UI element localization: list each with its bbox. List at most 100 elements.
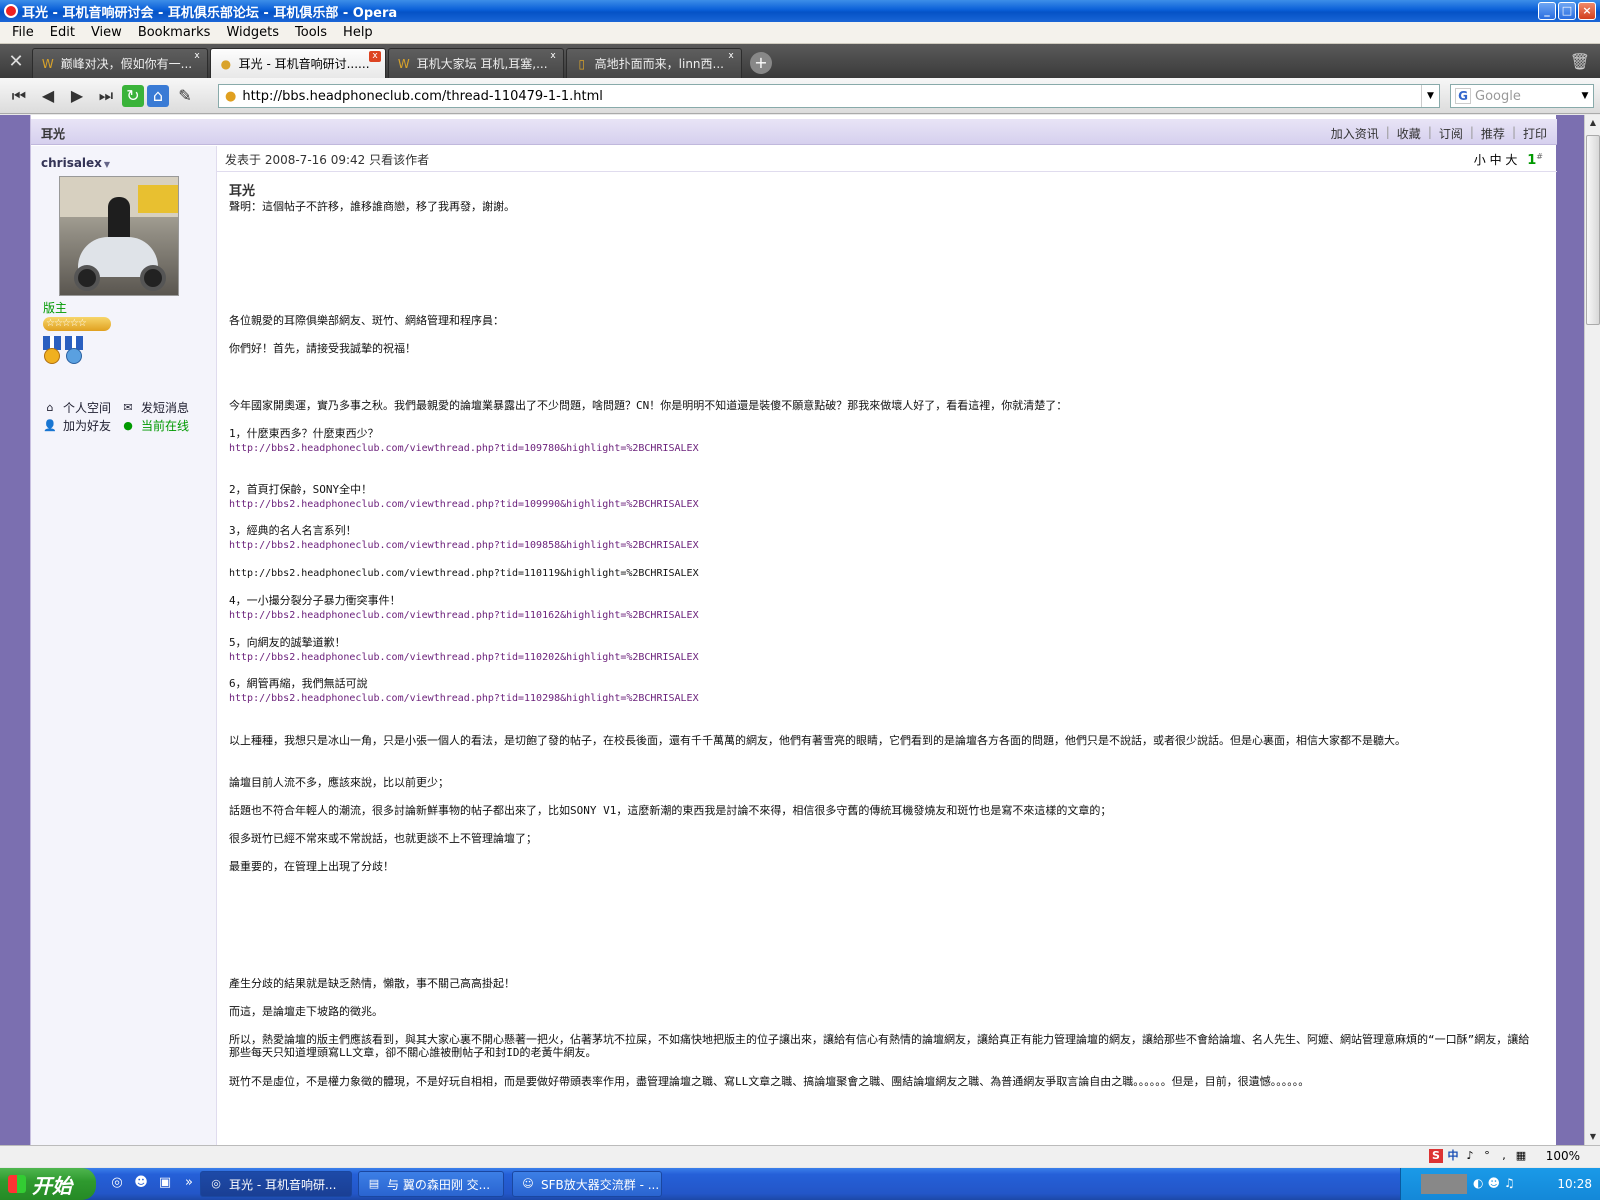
- start-button[interactable]: 开始: [0, 1168, 96, 1200]
- opera-quicklaunch-icon[interactable]: ◎: [108, 1174, 126, 1192]
- tab-1[interactable]: W 巅峰对决，假如你有一... x: [32, 48, 208, 78]
- tab-close-icon[interactable]: x: [191, 51, 203, 62]
- author-name-link[interactable]: chrisalex ▼: [41, 156, 110, 170]
- taskbar-item-group[interactable]: ☺ SFB放大器交流群 - ...: [512, 1171, 662, 1197]
- paragraph: 1，什麼東西多？什麼東西少？: [229, 427, 379, 440]
- tray-network-icon[interactable]: ◐: [1473, 1176, 1483, 1190]
- thread-link[interactable]: http://bbs2.headphoneclub.com/viewthread…: [229, 540, 699, 551]
- font-small[interactable]: 小: [1474, 153, 1486, 167]
- post-title: 耳光: [229, 184, 256, 199]
- post-header: 耳光 加入资讯 | 收藏 | 订阅 | 推荐 | 打印: [31, 119, 1557, 145]
- menu-file[interactable]: File: [4, 25, 42, 40]
- action-subscribe[interactable]: 订阅: [1439, 125, 1463, 142]
- tools-icon[interactable]: ✕: [0, 44, 32, 78]
- address-dropdown-icon[interactable]: ▼: [1421, 85, 1439, 107]
- thread-link[interactable]: http://bbs2.headphoneclub.com/viewthread…: [229, 499, 699, 510]
- trash-icon[interactable]: 🗑: [1570, 52, 1590, 71]
- tab-3[interactable]: W 耳机大家坛 耳机,耳塞,... x: [388, 48, 564, 78]
- font-medium[interactable]: 中: [1490, 153, 1502, 167]
- new-tab-button[interactable]: +: [750, 52, 772, 74]
- ime-degree-icon[interactable]: °: [1480, 1149, 1494, 1163]
- tab-favicon-icon: ▯: [578, 56, 586, 71]
- sogou-ime-icon[interactable]: S: [1429, 1149, 1443, 1163]
- thread-link[interactable]: http://bbs2.headphoneclub.com/viewthread…: [229, 610, 699, 621]
- back-icon[interactable]: ◀: [35, 83, 61, 109]
- menu-edit[interactable]: Edit: [42, 25, 83, 40]
- url-text: http://bbs.headphoneclub.com/thread-1104…: [242, 88, 603, 104]
- vertical-scrollbar[interactable]: ▲ ▼: [1584, 115, 1600, 1145]
- tab-2[interactable]: ● 耳光 - 耳机音响研讨...... x: [210, 48, 386, 78]
- tray-volume-icon[interactable]: ♫: [1504, 1176, 1515, 1190]
- menu-bookmarks[interactable]: Bookmarks: [130, 25, 219, 40]
- zoom-level[interactable]: 100%: [1546, 1149, 1580, 1163]
- ime-punct-icon[interactable]: ,: [1497, 1149, 1511, 1163]
- online-status: ● 当前在线: [121, 417, 189, 435]
- qq-icon[interactable]: ☻: [132, 1174, 150, 1192]
- menu-view[interactable]: View: [83, 25, 130, 40]
- menu-help[interactable]: Help: [335, 25, 381, 40]
- avatar[interactable]: [59, 176, 179, 296]
- menu-tools[interactable]: Tools: [287, 25, 335, 40]
- google-logo-icon: G: [1455, 88, 1471, 104]
- windows-logo-icon: [8, 1175, 26, 1193]
- forward-icon[interactable]: ▶: [64, 83, 90, 109]
- maximize-button[interactable]: □: [1558, 2, 1576, 20]
- minimize-button[interactable]: _: [1538, 2, 1556, 20]
- action-print[interactable]: 打印: [1523, 125, 1547, 142]
- ime-tone-icon[interactable]: ♪: [1463, 1149, 1477, 1163]
- author-menu-icon[interactable]: ▼: [104, 160, 110, 169]
- online-user-icon: ●: [123, 419, 133, 432]
- paragraph: 很多斑竹已經不常來或不常說話，也就更談不上不管理論壇了；: [229, 832, 537, 845]
- search-field[interactable]: G Google ▼: [1450, 84, 1594, 108]
- medal-gold-icon: [43, 336, 61, 366]
- site-favicon-icon: ●: [225, 88, 237, 104]
- fast-forward-icon[interactable]: ⏭: [93, 83, 119, 109]
- taskbar-item-chat[interactable]: ▤ 与 翼の森田刚 交...: [358, 1171, 504, 1197]
- home-icon[interactable]: ⌂: [147, 84, 169, 107]
- ime-keyboard-icon[interactable]: ▦: [1514, 1149, 1528, 1163]
- action-favorite[interactable]: 收藏: [1397, 125, 1421, 142]
- action-add-news[interactable]: 加入资讯: [1331, 125, 1379, 142]
- tab-close-icon[interactable]: x: [547, 51, 559, 62]
- home-icon: ⌂: [46, 401, 54, 414]
- opera-logo-icon: [4, 4, 18, 18]
- scroll-down-icon[interactable]: ▼: [1585, 1129, 1600, 1145]
- group-icon: ☺: [522, 1177, 534, 1190]
- thread-link[interactable]: http://bbs2.headphoneclub.com/viewthread…: [229, 443, 699, 454]
- menu-widgets[interactable]: Widgets: [218, 25, 287, 40]
- desktop-icon[interactable]: ▣: [156, 1174, 174, 1192]
- thread-link[interactable]: http://bbs2.headphoneclub.com/viewthread…: [229, 693, 699, 704]
- scroll-thumb[interactable]: [1586, 135, 1600, 325]
- personal-space-link[interactable]: ⌂ 个人空间: [43, 399, 112, 417]
- more-icon[interactable]: »: [180, 1174, 198, 1192]
- search-dropdown-icon[interactable]: ▼: [1577, 85, 1593, 107]
- tray-qq-icon[interactable]: ☻: [1487, 1176, 1500, 1190]
- add-friend-link[interactable]: 👤 加为好友: [43, 417, 111, 435]
- taskbar-item-opera[interactable]: ◎ 耳光 - 耳机音响研...: [200, 1171, 352, 1197]
- send-message-link[interactable]: ✉ 发短消息: [121, 399, 189, 417]
- plain-url-text: http://bbs2.headphoneclub.com/viewthread…: [229, 568, 699, 579]
- action-recommend[interactable]: 推荐: [1481, 125, 1505, 142]
- paragraph: 2，首頁打保齡，SONY全中！: [229, 483, 373, 496]
- tab-close-icon[interactable]: x: [369, 51, 381, 62]
- author-sidebar: chrisalex ▼ 版主 ☆☆☆☆☆ ⌂ 个人空间 ✉ 发短消息 👤 加为好…: [31, 146, 217, 1145]
- ime-chinese-icon[interactable]: 中: [1446, 1149, 1460, 1163]
- tab-close-icon[interactable]: x: [725, 51, 737, 62]
- paragraph: 最重要的，在管理上出現了分歧！: [229, 860, 394, 873]
- scroll-up-icon[interactable]: ▲: [1585, 115, 1600, 131]
- address-field[interactable]: ● http://bbs.headphoneclub.com/thread-11…: [218, 84, 1440, 108]
- rewind-icon[interactable]: ⏮: [6, 83, 32, 109]
- clock: 10:28: [1557, 1177, 1592, 1191]
- search-placeholder: Google: [1475, 88, 1521, 104]
- font-size-controls: 小 中 大 1#: [1474, 151, 1543, 168]
- floor-number: 1: [1527, 153, 1537, 168]
- page-right-border: [1556, 115, 1584, 1145]
- close-window-button[interactable]: ×: [1578, 2, 1596, 20]
- thread-link[interactable]: http://bbs2.headphoneclub.com/viewthread…: [229, 652, 699, 663]
- edit-icon[interactable]: ✎: [172, 83, 198, 109]
- tab-label: 耳机大家坛 耳机,耳塞,...: [416, 57, 548, 71]
- reload-icon[interactable]: ↻: [122, 84, 144, 107]
- tab-4[interactable]: ▯ 高地扑面而来，linn西... x: [566, 48, 742, 78]
- author-rank: 版主: [43, 301, 68, 315]
- font-large[interactable]: 大: [1505, 153, 1517, 167]
